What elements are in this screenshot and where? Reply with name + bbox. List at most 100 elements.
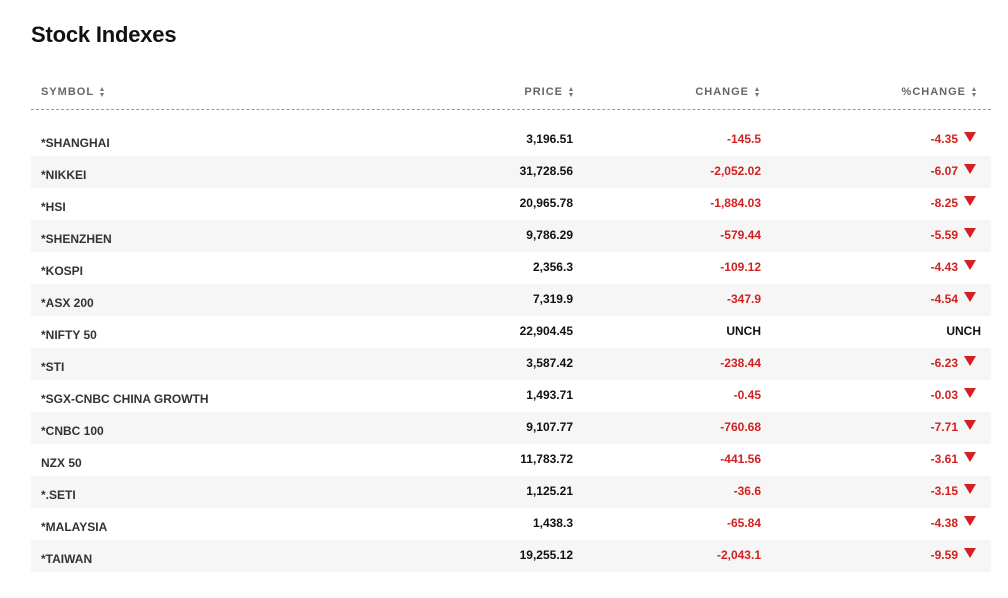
table-row[interactable]: *SGX-CNBC CHINA GROWTH 1,493.71 -0.45 -0…	[31, 380, 991, 412]
change-cell: -36.6	[733, 484, 761, 498]
change-cell: -760.68	[720, 420, 761, 434]
column-header-price[interactable]: PRICE	[524, 86, 573, 98]
pct-change-value: -3.15	[930, 484, 958, 498]
column-header-symbol-label: SYMBOL	[41, 86, 95, 98]
symbol-cell[interactable]: *STI	[41, 360, 64, 374]
table-row[interactable]: *NIFTY 50 22,904.45 UNCH UNCH	[31, 316, 991, 348]
page-title: Stock Indexes	[31, 22, 177, 47]
change-cell: -2,052.02	[710, 164, 761, 178]
symbol-cell[interactable]: *.SETI	[41, 488, 76, 502]
pct-change-cell: -5.59	[931, 228, 976, 242]
down-triangle-icon	[964, 164, 976, 174]
price-cell: 1,438.3	[532, 516, 573, 530]
down-triangle-icon	[964, 132, 976, 142]
down-triangle-icon	[964, 196, 976, 206]
down-triangle-icon	[964, 260, 976, 270]
table-row[interactable]: *TAIWAN 19,255.12 -2,043.1 -9.59	[31, 540, 991, 572]
change-cell: -441.56	[720, 452, 761, 466]
symbol-cell[interactable]: *SHENZHEN	[41, 232, 112, 246]
table-row[interactable]: *STI 3,587.42 -238.44 -6.23	[31, 348, 991, 380]
change-cell: -1,884.03	[710, 196, 761, 210]
stock-indexes-table: SYMBOL PRICE CHANGE %CHANGE *SHANGHAI 3,…	[31, 73, 991, 572]
down-triangle-icon	[964, 228, 976, 238]
table-row[interactable]: *HSI 20,965.78 -1,884.03 -8.25	[31, 188, 991, 220]
table-row[interactable]: *.SETI 1,125.21 -36.6 -3.15	[31, 476, 991, 508]
pct-change-value: -6.23	[930, 356, 958, 370]
price-cell: 1,125.21	[526, 484, 573, 498]
column-header-change-label: CHANGE	[695, 86, 749, 98]
table-row[interactable]: *NIKKEI 31,728.56 -2,052.02 -6.07	[31, 156, 991, 188]
sort-arrows-icon[interactable]	[100, 87, 105, 97]
pct-change-cell: -4.35	[931, 132, 976, 146]
change-cell: -347.9	[726, 292, 761, 306]
table-row[interactable]: *SHENZHEN 9,786.29 -579.44 -5.59	[31, 220, 991, 252]
symbol-cell[interactable]: *NIFTY 50	[41, 328, 97, 342]
sort-arrows-icon[interactable]	[569, 87, 573, 97]
down-triangle-icon	[964, 420, 976, 430]
sort-arrows-icon[interactable]	[755, 87, 759, 97]
table-row[interactable]: *KOSPI 2,356.3 -109.12 -4.43	[31, 252, 991, 284]
pct-change-value: -0.03	[930, 388, 958, 402]
pct-change-cell: -0.03	[931, 388, 976, 402]
price-cell: 7,319.9	[532, 292, 573, 306]
pct-change-cell: -6.07	[931, 164, 976, 178]
pct-change-cell: -8.25	[931, 196, 976, 210]
change-cell: UNCH	[726, 324, 761, 338]
pct-change-value: UNCH	[946, 324, 981, 338]
pct-change-value: -4.35	[930, 132, 958, 146]
column-header-symbol[interactable]: SYMBOL	[41, 86, 105, 98]
down-triangle-icon	[964, 548, 976, 558]
change-cell: -145.5	[726, 132, 761, 146]
change-cell: -109.12	[720, 260, 761, 274]
price-cell: 9,786.29	[526, 228, 573, 242]
change-cell: -65.84	[726, 516, 761, 530]
change-cell: -2,043.1	[716, 548, 761, 562]
symbol-cell[interactable]: *MALAYSIA	[41, 520, 107, 534]
pct-change-cell: -4.43	[931, 260, 976, 274]
symbol-cell[interactable]: *TAIWAN	[41, 552, 92, 566]
symbol-cell[interactable]: *CNBC 100	[41, 424, 104, 438]
pct-change-value: -4.38	[930, 516, 958, 530]
symbol-cell[interactable]: *SGX-CNBC CHINA GROWTH	[41, 392, 209, 406]
column-header-pct-change[interactable]: %CHANGE	[902, 86, 976, 98]
pct-change-cell: UNCH	[946, 324, 981, 338]
symbol-cell[interactable]: *NIKKEI	[41, 168, 86, 182]
down-triangle-icon	[964, 452, 976, 462]
pct-change-cell: -9.59	[931, 548, 976, 562]
pct-change-value: -4.54	[930, 292, 958, 306]
pct-change-cell: -7.71	[931, 420, 976, 434]
down-triangle-icon	[964, 356, 976, 366]
pct-change-cell: -4.54	[931, 292, 976, 306]
symbol-cell[interactable]: *HSI	[41, 200, 66, 214]
table-header: SYMBOL PRICE CHANGE %CHANGE	[31, 73, 991, 110]
sort-arrows-icon[interactable]	[972, 87, 976, 97]
table-row[interactable]: *CNBC 100 9,107.77 -760.68 -7.71	[31, 412, 991, 444]
table-row[interactable]: *MALAYSIA 1,438.3 -65.84 -4.38	[31, 508, 991, 540]
pct-change-cell: -4.38	[931, 516, 976, 530]
pct-change-value: -8.25	[930, 196, 958, 210]
change-cell: -0.45	[733, 388, 761, 402]
price-cell: 3,587.42	[526, 356, 573, 370]
table-row[interactable]: NZX 50 11,783.72 -441.56 -3.61	[31, 444, 991, 476]
symbol-cell[interactable]: *ASX 200	[41, 296, 94, 310]
symbol-cell[interactable]: *KOSPI	[41, 264, 83, 278]
down-triangle-icon	[964, 388, 976, 398]
pct-change-value: -4.43	[930, 260, 958, 274]
price-cell: 11,783.72	[520, 452, 573, 466]
pct-change-cell: -6.23	[931, 356, 976, 370]
pct-change-value: -3.61	[930, 452, 958, 466]
change-cell: -238.44	[720, 356, 761, 370]
down-triangle-icon	[964, 292, 976, 302]
pct-change-cell: -3.61	[931, 452, 976, 466]
column-header-pct-change-label: %CHANGE	[901, 86, 966, 98]
symbol-cell[interactable]: NZX 50	[41, 456, 82, 470]
pct-change-cell: -3.15	[931, 484, 976, 498]
column-header-change[interactable]: CHANGE	[695, 86, 759, 98]
table-row[interactable]: *SHANGHAI 3,196.51 -145.5 -4.35	[31, 124, 991, 156]
pct-change-value: -9.59	[930, 548, 958, 562]
table-row[interactable]: *ASX 200 7,319.9 -347.9 -4.54	[31, 284, 991, 316]
symbol-cell[interactable]: *SHANGHAI	[41, 136, 110, 150]
pct-change-value: -5.59	[930, 228, 958, 242]
price-cell: 31,728.56	[519, 164, 573, 178]
column-header-price-label: PRICE	[524, 86, 563, 98]
